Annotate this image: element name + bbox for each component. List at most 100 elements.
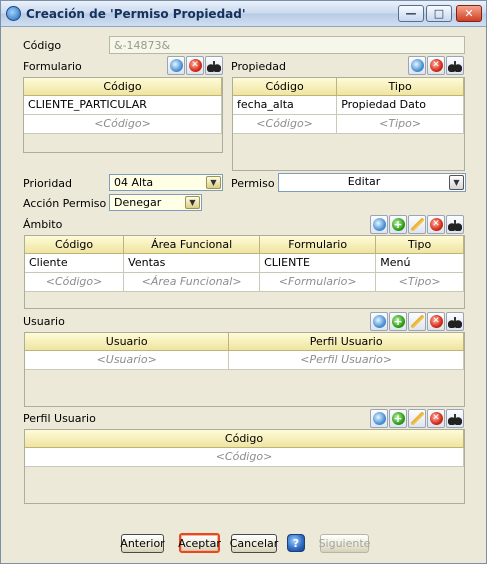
minimize-icon: — — [405, 7, 417, 20]
cell[interactable]: CLIENTE — [259, 253, 377, 273]
chevron-down-icon[interactable]: ▼ — [206, 176, 221, 189]
placeholder-cell[interactable]: <Formulario> — [259, 272, 377, 292]
perfil-usuario-label: Perfil Usuario — [23, 412, 96, 425]
propiedad-toolbar: ✕ — [408, 56, 464, 76]
column-header[interactable]: Tipo — [375, 236, 464, 254]
propiedad-search-button[interactable] — [408, 56, 426, 75]
edit-icon — [410, 218, 424, 231]
perfil-usuario-add-button[interactable]: + — [389, 409, 407, 428]
accion-permiso-select[interactable]: Denegar ▼ — [109, 194, 202, 211]
placeholder-cell[interactable]: <Área Funcional> — [123, 272, 261, 292]
perfil-usuario-search-button[interactable] — [370, 409, 388, 428]
binoculars-icon — [448, 412, 462, 425]
new-row[interactable]: <Código> <Tipo> — [233, 114, 464, 134]
codigo-field: &-14873& — [109, 36, 465, 54]
column-header[interactable]: Código — [25, 430, 464, 448]
delete-icon: ✕ — [429, 59, 443, 72]
siguiente-button[interactable]: Siguiente — [319, 534, 370, 553]
edit-icon — [410, 315, 424, 328]
column-header[interactable]: Formulario — [259, 236, 377, 254]
ambito-grid: Código Área Funcional Formulario Tipo Cl… — [24, 235, 465, 309]
dialog-window: Creación de 'Permiso Propiedad' — □ ✕ Có… — [0, 0, 487, 564]
new-row[interactable]: <Código> — [24, 114, 222, 134]
aceptar-button[interactable]: Aceptar — [178, 533, 221, 553]
propiedad-find-button[interactable] — [446, 56, 464, 75]
usuario-find-button[interactable] — [446, 312, 464, 331]
column-header[interactable]: Perfil Usuario — [228, 333, 464, 351]
usuario-edit-button[interactable] — [408, 312, 426, 331]
delete-icon: ✕ — [429, 315, 443, 328]
table-row[interactable]: Cliente Ventas CLIENTE Menú — [25, 253, 464, 273]
formulario-search-button[interactable] — [167, 56, 185, 75]
prioridad-select[interactable]: 04 Alta ▼ — [109, 174, 223, 191]
propiedad-delete-button[interactable]: ✕ — [427, 56, 445, 75]
permiso-label: Permiso — [231, 177, 275, 190]
placeholder-cell[interactable]: <Tipo> — [336, 114, 464, 134]
window-title: Creación de 'Permiso Propiedad' — [26, 7, 246, 21]
new-row[interactable]: <Usuario> <Perfil Usuario> — [25, 350, 464, 370]
placeholder-cell[interactable]: <Perfil Usuario> — [228, 350, 464, 370]
permiso-select[interactable]: Editar ▼ — [278, 173, 466, 192]
ambito-add-button[interactable]: + — [389, 215, 407, 234]
binoculars-icon — [448, 315, 462, 328]
cancelar-button[interactable]: Cancelar — [230, 534, 278, 553]
perfil-usuario-find-button[interactable] — [446, 409, 464, 428]
search-icon — [169, 59, 183, 72]
usuario-toolbar: + ✕ — [370, 312, 464, 332]
minimize-button[interactable]: — — [398, 5, 424, 22]
perfil-usuario-edit-button[interactable] — [408, 409, 426, 428]
formulario-find-button[interactable] — [205, 56, 223, 75]
table-row[interactable]: fecha_alta Propiedad Dato — [233, 95, 464, 115]
placeholder-cell[interactable]: <Usuario> — [25, 350, 230, 370]
formulario-label: Formulario — [23, 60, 82, 73]
formulario-grid: Código CLIENTE_PARTICULAR <Código> — [23, 77, 223, 153]
chevron-down-icon[interactable]: ▼ — [185, 196, 200, 209]
add-icon: + — [391, 218, 405, 231]
placeholder-cell[interactable]: <Código> — [25, 447, 464, 467]
placeholder-cell[interactable]: <Tipo> — [375, 272, 464, 292]
new-row[interactable]: <Código> <Área Funcional> <Formulario> <… — [25, 272, 464, 292]
perfil-usuario-delete-button[interactable]: ✕ — [427, 409, 445, 428]
cell[interactable]: fecha_alta — [233, 95, 338, 115]
anterior-button[interactable]: Anterior — [120, 534, 165, 553]
chevron-down-icon[interactable]: ▼ — [449, 175, 464, 190]
edit-icon — [410, 412, 424, 425]
new-row[interactable]: <Código> — [25, 447, 464, 467]
search-icon — [372, 412, 386, 425]
table-row[interactable]: CLIENTE_PARTICULAR — [24, 95, 222, 115]
permiso-value: Editar — [347, 175, 381, 188]
formulario-toolbar: ✕ — [167, 56, 223, 76]
ambito-toolbar: + ✕ — [370, 215, 464, 235]
ambito-label: Ámbito — [23, 218, 63, 231]
cell[interactable]: Propiedad Dato — [336, 95, 464, 115]
column-header[interactable]: Código — [25, 236, 125, 254]
placeholder-cell[interactable]: <Código> — [24, 114, 222, 134]
help-icon[interactable]: ? — [287, 534, 305, 552]
ambito-edit-button[interactable] — [408, 215, 426, 234]
ambito-search-button[interactable] — [370, 215, 388, 234]
maximize-button[interactable]: □ — [426, 5, 452, 22]
usuario-add-button[interactable]: + — [389, 312, 407, 331]
placeholder-cell[interactable]: <Código> — [233, 114, 338, 134]
column-header[interactable]: Área Funcional — [123, 236, 261, 254]
usuario-search-button[interactable] — [370, 312, 388, 331]
usuario-label: Usuario — [23, 315, 65, 328]
maximize-icon: □ — [433, 7, 445, 20]
column-header[interactable]: Tipo — [336, 78, 464, 96]
cell[interactable]: Cliente — [25, 253, 125, 273]
formulario-delete-button[interactable]: ✕ — [186, 56, 204, 75]
binoculars-icon — [448, 59, 462, 72]
column-header[interactable]: Código — [24, 78, 222, 96]
column-header[interactable]: Código — [233, 78, 338, 96]
title-bar[interactable]: Creación de 'Permiso Propiedad' — □ ✕ — [1, 1, 486, 27]
cell[interactable]: Ventas — [123, 253, 261, 273]
usuario-delete-button[interactable]: ✕ — [427, 312, 445, 331]
ambito-find-button[interactable] — [446, 215, 464, 234]
placeholder-cell[interactable]: <Código> — [25, 272, 125, 292]
perfil-usuario-toolbar: + ✕ — [370, 409, 464, 429]
ambito-delete-button[interactable]: ✕ — [427, 215, 445, 234]
close-button[interactable]: ✕ — [456, 5, 482, 22]
cell[interactable]: CLIENTE_PARTICULAR — [24, 95, 222, 115]
column-header[interactable]: Usuario — [25, 333, 230, 351]
cell[interactable]: Menú — [375, 253, 464, 273]
